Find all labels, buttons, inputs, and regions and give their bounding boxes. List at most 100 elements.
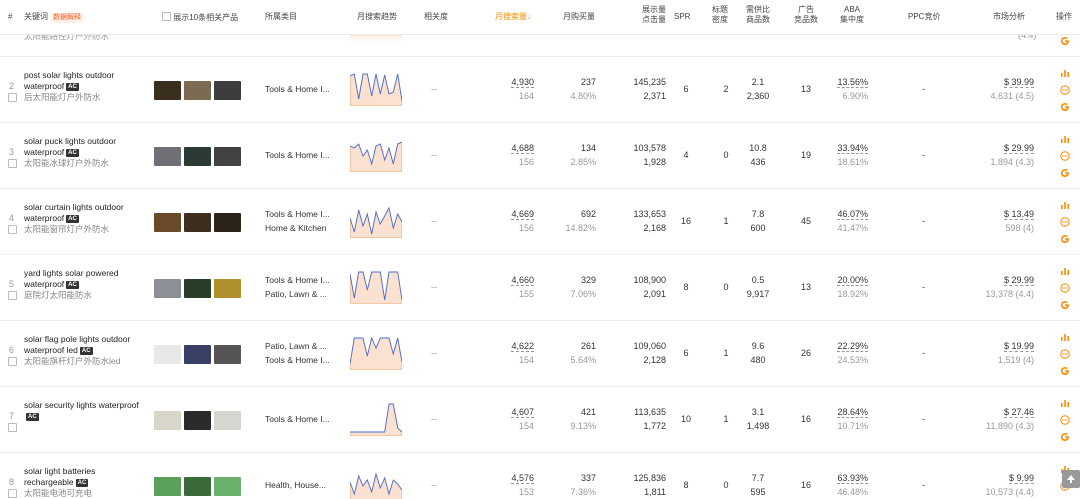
header-keyword[interactable]: 关键词 数据解释 <box>24 12 83 23</box>
show-related-toggle[interactable]: 展示10条相关产品 <box>162 12 238 23</box>
trend-sparkline[interactable] <box>350 138 402 172</box>
google-icon[interactable] <box>1058 300 1072 317</box>
monthly-search-value[interactable]: 4,660 <box>490 273 534 287</box>
monthly-search-value[interactable]: 4,607 <box>490 405 534 419</box>
keyword-en[interactable]: solar flag pole lights outdoor waterproo… <box>24 334 130 355</box>
product-thumbnail[interactable] <box>184 81 211 100</box>
more-options-icon[interactable] <box>1058 151 1072 168</box>
google-icon[interactable] <box>1058 366 1072 383</box>
more-options-icon[interactable] <box>1058 415 1072 432</box>
google-icon[interactable] <box>1058 102 1072 119</box>
category-1[interactable]: Tools & Home I... <box>265 412 330 426</box>
trend-sparkline[interactable] <box>350 336 402 370</box>
aba-value[interactable]: 63.93% <box>828 471 868 485</box>
category-2[interactable]: Home & Kitchen <box>265 221 326 235</box>
product-thumbnail[interactable] <box>214 147 241 166</box>
product-thumbnail[interactable] <box>214 81 241 100</box>
product-thumbnail[interactable] <box>184 477 211 496</box>
product-thumbnail[interactable] <box>184 213 211 232</box>
show-related-checkbox[interactable] <box>162 12 171 21</box>
more-options-icon[interactable] <box>1058 349 1072 366</box>
monthly-search-value[interactable]: 4,930 <box>490 75 534 89</box>
sort-desc-icon[interactable]: ↓ <box>527 12 531 21</box>
category-1[interactable]: Tools & Home I... <box>265 273 330 287</box>
keyword-cell[interactable]: solar light batteries rechargeable AC 太阳能电… <box>24 466 144 499</box>
product-thumbnail[interactable] <box>154 279 181 298</box>
product-thumbnail[interactable] <box>184 147 211 166</box>
header-monthly-search[interactable]: 月搜索量↓ <box>495 12 531 22</box>
market-price[interactable]: $ 27.46 <box>970 405 1034 419</box>
trend-sparkline[interactable] <box>350 72 402 106</box>
category-2[interactable]: Patio, Lawn & ... <box>265 287 327 301</box>
row-checkbox[interactable] <box>8 225 17 235</box>
keyword-cell[interactable]: post solar lights outdoor waterproof AC 后太… <box>24 70 144 103</box>
row-checkbox[interactable] <box>8 93 17 103</box>
product-thumbnail[interactable] <box>154 81 181 100</box>
more-options-icon[interactable] <box>1058 217 1072 234</box>
row-checkbox[interactable] <box>8 423 17 433</box>
google-icon[interactable] <box>1058 168 1072 185</box>
category-1[interactable]: Tools & Home I... <box>265 148 330 162</box>
market-price[interactable]: $ 29.99 <box>970 273 1034 287</box>
monthly-search-value[interactable]: 4,576 <box>490 471 534 485</box>
trend-sparkline[interactable] <box>350 402 402 436</box>
category-1[interactable]: Tools & Home I... <box>265 82 330 96</box>
product-thumbnail[interactable] <box>184 279 211 298</box>
trend-sparkline[interactable] <box>350 468 402 499</box>
monthly-search-value[interactable]: 4,669 <box>490 207 534 221</box>
chart-bars-icon[interactable] <box>1058 398 1072 415</box>
product-thumbnail[interactable] <box>184 411 211 430</box>
category-1[interactable]: Tools & Home I... <box>265 207 330 221</box>
trend-sparkline[interactable] <box>350 204 402 238</box>
product-thumbnail[interactable] <box>214 411 241 430</box>
aba-value[interactable]: 46.07% <box>828 207 868 221</box>
product-thumbnail[interactable] <box>154 147 181 166</box>
header-aba[interactable]: ABA 集中度 <box>834 5 870 25</box>
market-price[interactable]: $ 29.99 <box>970 141 1034 155</box>
more-options-icon[interactable] <box>1058 283 1072 300</box>
google-icon[interactable] <box>1058 432 1072 449</box>
product-thumbnail[interactable] <box>184 345 211 364</box>
category-1[interactable]: Health, House... <box>265 478 326 492</box>
category-1[interactable]: Patio, Lawn & ... <box>265 339 327 353</box>
product-thumbnail[interactable] <box>214 279 241 298</box>
header-ad-products[interactable]: 广告 竞品数 <box>788 5 824 25</box>
aba-value[interactable]: 13.56% <box>828 75 868 89</box>
row-checkbox[interactable] <box>8 291 17 301</box>
trend-sparkline[interactable] <box>350 270 402 304</box>
row-checkbox[interactable] <box>8 489 17 499</box>
product-thumbnail[interactable] <box>154 345 181 364</box>
aba-value[interactable]: 28.64% <box>828 405 868 419</box>
more-options-icon[interactable] <box>1058 85 1072 102</box>
scroll-top-button[interactable] <box>1062 470 1080 488</box>
product-thumbnail[interactable] <box>154 477 181 496</box>
header-impressions-clicks[interactable]: 展示量 点击量 <box>636 5 672 25</box>
category-2[interactable]: Tools & Home I... <box>265 353 330 367</box>
header-supply-demand[interactable]: 需供比 商品数 <box>740 5 776 25</box>
data-explain-tag[interactable]: 数据解释 <box>51 13 83 23</box>
aba-value[interactable]: 20.00% <box>828 273 868 287</box>
chart-bars-icon[interactable] <box>1058 68 1072 85</box>
header-ppc[interactable]: PPC竞价 <box>908 12 940 22</box>
keyword-en[interactable]: solar security lights waterproof <box>24 400 139 410</box>
row-checkbox[interactable] <box>8 159 17 169</box>
chart-bars-icon[interactable] <box>1058 332 1072 349</box>
monthly-search-value[interactable]: 4,688 <box>490 141 534 155</box>
keyword-cell[interactable]: solar flag pole lights outdoor waterproo… <box>24 334 144 367</box>
market-price[interactable]: $ 39.99 <box>970 75 1034 89</box>
market-price[interactable]: $ 9.99 <box>970 471 1034 485</box>
header-title-density[interactable]: 标题 密度 <box>708 5 732 25</box>
chart-bars-icon[interactable] <box>1058 266 1072 283</box>
google-icon[interactable] <box>1058 36 1072 53</box>
row-checkbox[interactable] <box>8 357 17 367</box>
keyword-cell[interactable]: yard lights solar powered waterproof AC 庭院… <box>24 268 144 301</box>
google-icon[interactable] <box>1058 234 1072 251</box>
product-thumbnail[interactable] <box>214 213 241 232</box>
market-price[interactable]: $ 19.99 <box>970 339 1034 353</box>
keyword-cell[interactable]: solar curtain lights outdoor waterproof A… <box>24 202 144 235</box>
aba-value[interactable]: 22.29% <box>828 339 868 353</box>
header-relevance[interactable]: 相关度 <box>424 12 448 22</box>
product-thumbnail[interactable] <box>154 213 181 232</box>
market-price[interactable]: $ 13.49 <box>970 207 1034 221</box>
chart-bars-icon[interactable] <box>1058 134 1072 151</box>
